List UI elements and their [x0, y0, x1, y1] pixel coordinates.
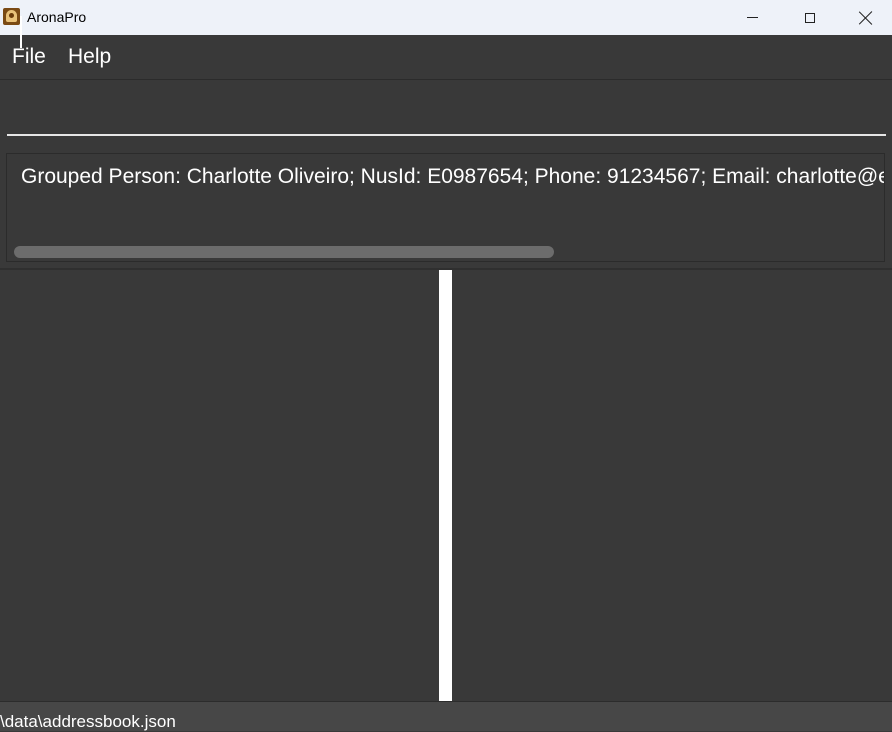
- close-icon: [859, 11, 873, 25]
- detail-panel[interactable]: [452, 270, 892, 701]
- maximize-button[interactable]: [781, 0, 839, 35]
- menu-bar: File Help: [0, 35, 892, 80]
- horizontal-scrollbar[interactable]: [14, 246, 554, 258]
- split-pane-divider[interactable]: [439, 270, 452, 701]
- menu-help[interactable]: Help: [68, 45, 111, 69]
- minimize-button[interactable]: [723, 0, 781, 35]
- command-box: [0, 80, 892, 146]
- save-location: \data\addressbook.json: [0, 712, 176, 731]
- window-title: AronaPro: [27, 9, 87, 25]
- command-input[interactable]: [7, 88, 886, 136]
- title-bar: AronaPro: [0, 0, 892, 35]
- person-list-panel[interactable]: [0, 270, 439, 701]
- maximize-icon: [805, 12, 815, 23]
- menu-file[interactable]: File: [12, 45, 46, 69]
- minimize-icon: [746, 17, 758, 18]
- result-message: Grouped Person: Charlotte Oliveiro; NusI…: [21, 165, 884, 188]
- app-icon: [3, 8, 20, 25]
- status-bar: \data\addressbook.json: [0, 701, 892, 731]
- close-button[interactable]: [839, 0, 892, 35]
- result-display[interactable]: Grouped Person: Charlotte Oliveiro; NusI…: [6, 153, 885, 262]
- text-caret: [20, 16, 22, 48]
